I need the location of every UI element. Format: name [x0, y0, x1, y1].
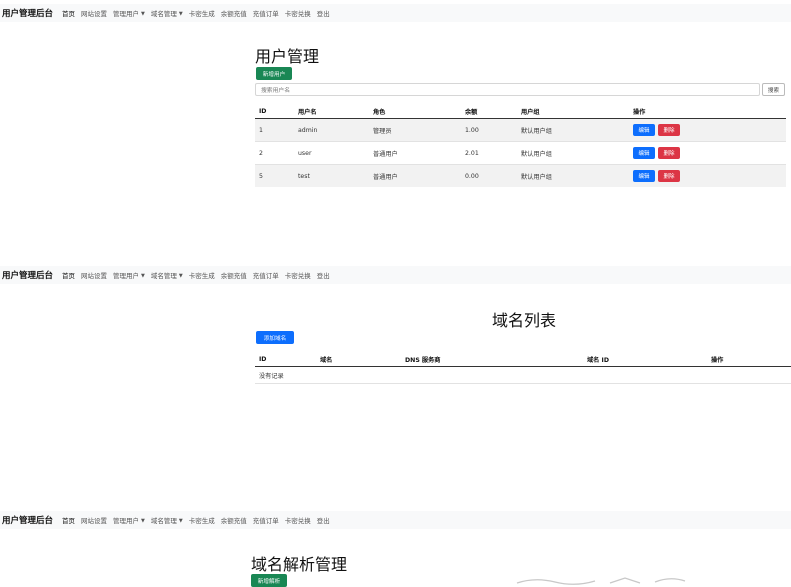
column-header: 余额	[461, 104, 517, 119]
cell-group: 默认用户组	[517, 164, 629, 187]
caret-down-icon: ▼	[178, 518, 183, 524]
cell-username: test	[294, 164, 369, 187]
caret-down-icon: ▼	[178, 273, 183, 279]
decorative-scribble-icon	[516, 577, 686, 585]
column-header: ID	[255, 104, 294, 119]
cell-balance: 1.00	[461, 118, 517, 142]
cell-username: admin	[294, 118, 369, 142]
column-header: 角色	[369, 104, 461, 119]
search-input[interactable]: 搜索用户名	[255, 83, 760, 96]
delete-button[interactable]: 删除	[658, 147, 680, 159]
table-header-row: ID 域名 DNS 服务商 域名 ID 操作	[255, 352, 791, 367]
cell-role: 普通用户	[369, 164, 461, 187]
nav-item-logout[interactable]: 登出	[317, 8, 330, 18]
column-header: DNS 服务商	[401, 352, 583, 367]
nav-item-domain-manage[interactable]: 域名管理 ▼	[151, 270, 183, 280]
navbar-dns-panel: 用户管理后台 首页 网站设置 管理用户 ▼ 域名管理 ▼ 卡密生成 余额充值 充值订…	[0, 511, 791, 529]
edit-button[interactable]: 编辑	[633, 124, 655, 136]
cell-id: 2	[255, 141, 294, 165]
nav-item-site-settings[interactable]: 网站设置	[81, 515, 107, 525]
nav-item-home[interactable]: 首页	[62, 8, 75, 18]
edit-button[interactable]: 编辑	[633, 170, 655, 182]
nav-item-label: 域名管理	[150, 10, 177, 18]
caret-down-icon: ▼	[141, 518, 145, 524]
delete-button[interactable]: 删除	[658, 170, 680, 182]
cell-actions: 编辑 删除	[629, 118, 786, 142]
nav-item-domain-manage[interactable]: 域名管理 ▼	[151, 515, 183, 525]
nav-item-card-redeem[interactable]: 卡密兑换	[285, 8, 311, 18]
caret-down-icon: ▼	[178, 11, 183, 17]
nav-item-recharge-orders[interactable]: 充值订单	[253, 270, 279, 280]
cell-balance: 2.01	[461, 141, 517, 165]
table-row: 2 user 普通用户 2.01 默认用户组 编辑 删除	[255, 141, 786, 165]
edit-button[interactable]: 编辑	[633, 147, 655, 159]
add-dns-record-button[interactable]: 新增解析	[251, 574, 287, 587]
nav-item-manage-users[interactable]: 管理用户 ▼	[113, 270, 145, 280]
cell-actions: 编辑 删除	[629, 164, 786, 187]
cell-role: 普通用户	[369, 141, 461, 165]
table-row: 5 test 普通用户 0.00 默认用户组 编辑 删除	[255, 164, 786, 187]
column-header: 域名 ID	[583, 352, 707, 367]
search-button[interactable]: 搜索	[762, 83, 785, 96]
nav-item-recharge-orders[interactable]: 充值订单	[253, 515, 279, 525]
nav-item-domain-manage[interactable]: 域名管理 ▼	[151, 8, 183, 18]
caret-down-icon: ▼	[141, 11, 145, 17]
nav-item-manage-users[interactable]: 管理用户 ▼	[113, 515, 145, 525]
add-domain-button[interactable]: 添加域名	[256, 331, 294, 344]
nav-item-card-redeem[interactable]: 卡密兑换	[285, 515, 311, 525]
delete-button[interactable]: 删除	[658, 124, 680, 136]
navbar-domain-panel: 用户管理后台 首页 网站设置 管理用户 ▼ 域名管理 ▼ 卡密生成 余额充值 充值订…	[0, 266, 791, 284]
nav-item-balance-recharge[interactable]: 余额充值	[221, 515, 247, 525]
page-title-user-manage: 用户管理	[255, 47, 320, 66]
nav-item-label: 管理用户	[113, 10, 140, 18]
cell-username: user	[294, 141, 369, 165]
cell-role: 管理员	[369, 118, 461, 142]
nav-item-manage-users[interactable]: 管理用户 ▼	[113, 8, 145, 18]
domain-table: ID 域名 DNS 服务商 域名 ID 操作 没有记录	[255, 352, 791, 384]
table-row: 1 admin 管理员 1.00 默认用户组 编辑 删除	[255, 118, 786, 142]
nav-item-recharge-orders[interactable]: 充值订单	[253, 8, 279, 18]
navbar-brand[interactable]: 用户管理后台	[2, 269, 53, 281]
caret-down-icon: ▼	[141, 273, 145, 279]
nav-item-label: 域名管理	[150, 517, 177, 525]
navbar-brand[interactable]: 用户管理后台	[2, 7, 53, 19]
page-title-dns-manage: 域名解析管理	[251, 555, 348, 574]
column-header: 操作	[707, 352, 791, 367]
nav-item-card-generate[interactable]: 卡密生成	[189, 8, 215, 18]
cell-actions: 编辑 删除	[629, 141, 786, 165]
add-user-button[interactable]: 新增用户	[256, 67, 292, 80]
nav-item-logout[interactable]: 登出	[317, 515, 330, 525]
nav-item-label: 管理用户	[113, 517, 140, 525]
cell-id: 1	[255, 118, 294, 142]
cell-group: 默认用户组	[517, 141, 629, 165]
nav-item-home[interactable]: 首页	[62, 515, 75, 525]
nav-item-card-generate[interactable]: 卡密生成	[189, 515, 215, 525]
nav-item-card-redeem[interactable]: 卡密兑换	[285, 270, 311, 280]
navbar-user-panel: 用户管理后台 首页 网站设置 管理用户 ▼ 域名管理 ▼ 卡密生成 余额充值 充值订…	[0, 4, 791, 22]
cell-id: 5	[255, 164, 294, 187]
column-header: 域名	[316, 352, 401, 367]
column-header: 用户名	[294, 104, 369, 119]
nav-item-label: 管理用户	[113, 272, 140, 280]
nav-item-balance-recharge[interactable]: 余额充值	[221, 8, 247, 18]
empty-message: 没有记录	[255, 366, 791, 384]
column-header: ID	[255, 352, 316, 367]
column-header: 用户组	[517, 104, 629, 119]
nav-item-home[interactable]: 首页	[62, 270, 75, 280]
user-table: ID 用户名 角色 余额 用户组 操作 1 admin 管理员 1.00 默认用…	[255, 104, 786, 187]
cell-group: 默认用户组	[517, 118, 629, 142]
page-title-domain-list: 域名列表	[492, 311, 557, 330]
cell-balance: 0.00	[461, 164, 517, 187]
nav-item-balance-recharge[interactable]: 余额充值	[221, 270, 247, 280]
navbar-brand[interactable]: 用户管理后台	[2, 514, 53, 526]
nav-item-site-settings[interactable]: 网站设置	[81, 8, 107, 18]
empty-row: 没有记录	[255, 366, 791, 384]
nav-item-logout[interactable]: 登出	[317, 270, 330, 280]
column-header: 操作	[629, 104, 786, 119]
nav-item-label: 域名管理	[150, 272, 177, 280]
nav-item-card-generate[interactable]: 卡密生成	[189, 270, 215, 280]
table-header-row: ID 用户名 角色 余额 用户组 操作	[255, 104, 786, 119]
nav-item-site-settings[interactable]: 网站设置	[81, 270, 107, 280]
